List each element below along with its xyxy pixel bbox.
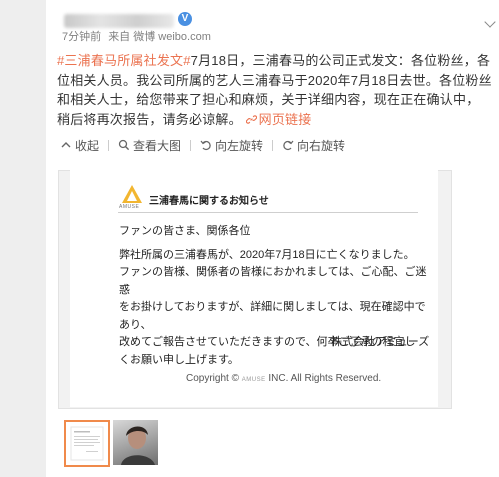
- toolbar-divider: [108, 139, 110, 151]
- post-time[interactable]: 7分钟前: [62, 31, 101, 43]
- post-header: V 7分钟前 来自 微博 weibo.com: [58, 6, 496, 43]
- thumbnail-photo[interactable]: [113, 420, 158, 465]
- post-text: #三浦春马所属社发文#7月18日，三浦春马的公司正式发文：各位粉丝，各位相关人员…: [57, 51, 492, 129]
- collapse-button[interactable]: 收起: [60, 137, 99, 154]
- view-large-label: 查看大图: [133, 138, 182, 153]
- document-divider: [118, 212, 418, 213]
- web-link[interactable]: 网页链接: [245, 111, 312, 127]
- thumbnail-document[interactable]: [64, 420, 110, 467]
- image-toolbar: 收起 查看大图 向左旋转 向右旋转: [60, 135, 345, 155]
- copyright-prefix: Copyright ©: [186, 373, 239, 384]
- view-large-button[interactable]: 查看大图: [118, 137, 181, 154]
- post-meta: 7分钟前 来自 微博 weibo.com: [62, 28, 215, 44]
- document-title: 三浦春馬に関するお知らせ: [149, 196, 269, 207]
- hashtag-link[interactable]: #三浦春马所属社发文#: [57, 53, 191, 68]
- magnifier-icon: [118, 139, 130, 151]
- copyright-suffix: INC. All Rights Reserved.: [268, 373, 382, 384]
- rotate-right-icon: [283, 140, 294, 151]
- document-line: 弊社所属の三浦春馬が、2020年7月18日に亡くなりました。: [119, 248, 415, 261]
- blurred-username[interactable]: [64, 14, 174, 28]
- document-line: くお願い申し上げます。: [119, 353, 239, 366]
- document-line: をお掛けしておりますが、詳細に関しましては、現在確認中であり、: [119, 301, 426, 331]
- collapse-label: 收起: [75, 138, 100, 153]
- document-greeting: ファンの皆さま、関係各位: [119, 225, 251, 237]
- portrait-thumbnail-graphic: [121, 426, 155, 465]
- copyright-brand: AMUSE: [241, 377, 266, 383]
- rotate-right-button[interactable]: 向右旋转: [282, 137, 345, 154]
- rotate-left-button[interactable]: 向左旋转: [200, 137, 263, 154]
- toolbar-divider: [272, 139, 274, 151]
- post-source[interactable]: 来自 微博 weibo.com: [108, 31, 211, 43]
- link-icon: [245, 114, 257, 124]
- rotate-left-icon: [200, 140, 211, 151]
- toolbar-divider: [190, 139, 192, 151]
- collapse-icon: [61, 142, 71, 148]
- document-company: 株式会社アミューズ: [331, 336, 430, 348]
- verified-badge-icon: V: [178, 12, 192, 26]
- rotate-left-label: 向左旋转: [215, 138, 264, 153]
- rotate-right-label: 向右旋转: [297, 138, 346, 153]
- document-line: ファンの皆様、関係者の皆様におかれましては、ご心配、ご迷惑: [119, 266, 427, 296]
- document-copyright: Copyright © AMUSE INC. All Rights Reserv…: [186, 373, 381, 384]
- document-thumbnail-graphic: [70, 426, 104, 461]
- amuse-logo-text: AMUSE: [119, 204, 140, 210]
- web-link-label: 网页链接: [258, 111, 312, 127]
